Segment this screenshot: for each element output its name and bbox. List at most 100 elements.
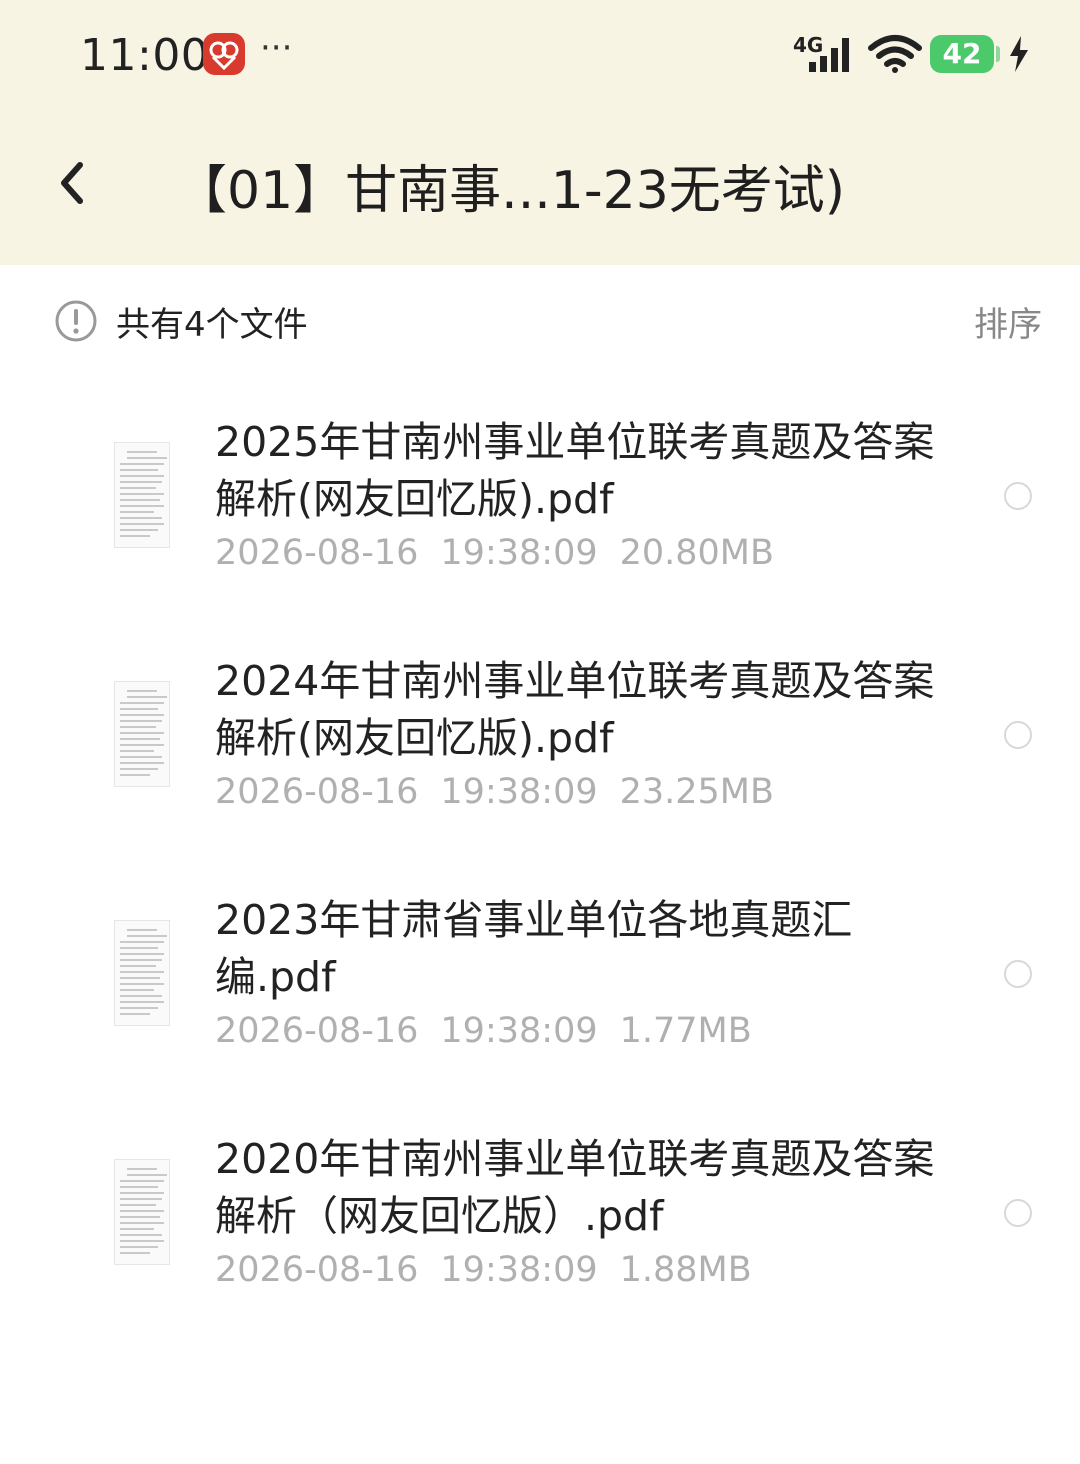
select-radio[interactable] (1004, 960, 1032, 988)
thumbnail-text-line (127, 935, 167, 937)
file-date: 2026-08-16 (215, 533, 419, 573)
thumbnail-text-line (120, 1198, 162, 1200)
thumbnail-text-line (120, 1210, 164, 1212)
thumbnail-text-line (120, 1192, 164, 1194)
thumbnail-text-line (120, 481, 162, 483)
file-item[interactable]: 2025年甘南州事业单位联考真题及答案解析(网友回忆版).pdf 2026-08… (0, 400, 1080, 639)
thumbnail-text-line (127, 696, 167, 698)
thumbnail-text-line (120, 953, 164, 955)
select-radio[interactable] (1004, 482, 1032, 510)
file-date: 2026-08-16 (215, 1250, 419, 1290)
file-name: 2020年甘南州事业单位联考真题及答案解析（网友回忆版）.pdf (215, 1135, 935, 1240)
thumbnail-text-line (120, 768, 158, 770)
back-button[interactable] (44, 148, 104, 218)
file-meta: 2026-08-16 19:38:09 20.80MB (215, 533, 935, 573)
thumbnail-text-line (120, 487, 156, 489)
file-date: 2026-08-16 (215, 1011, 419, 1051)
file-list: 2025年甘南州事业单位联考真题及答案解析(网友回忆版).pdf 2026-08… (0, 400, 1080, 1356)
thumbnail-text-line (120, 493, 164, 495)
top-header-area: 11:00 ··· 4G 42 【01】甘南事...1-23无考试) (0, 0, 1080, 265)
thumbnail-text-line (120, 1234, 162, 1236)
thumbnail-text-line (120, 756, 162, 758)
thumbnail-text-line (120, 971, 164, 973)
thumbnail-text-line (120, 475, 164, 477)
clock: 11:00 (80, 30, 210, 81)
thumbnail-text-line (120, 1186, 158, 1188)
file-size: 1.88MB (619, 1250, 752, 1290)
file-date: 2026-08-16 (215, 772, 419, 812)
thumbnail-text-line (120, 505, 164, 507)
title-bar: 【01】甘南事...1-23无考试) (0, 110, 1080, 260)
chevron-left-icon (61, 162, 83, 204)
thumbnail-text-line (120, 708, 158, 710)
thumbnail-text-line (120, 1204, 156, 1206)
more-notifications-icon: ··· (260, 28, 293, 68)
thumbnail-text-line (120, 1246, 158, 1248)
wifi-icon (868, 35, 922, 73)
file-name: 2023年甘肃省事业单位各地真题汇编.pdf (215, 896, 853, 1001)
thumbnail-text-line (120, 1013, 150, 1015)
thumbnail-text-line (120, 732, 164, 734)
thumbnail-text-line (127, 1168, 157, 1170)
file-size: 1.77MB (619, 1011, 752, 1051)
file-meta: 2026-08-16 19:38:09 23.25MB (215, 772, 935, 812)
select-radio[interactable] (1004, 721, 1032, 749)
thumbnail-text-line (120, 1228, 154, 1230)
thumbnail-text-line (120, 726, 156, 728)
thumbnail-text-line (120, 517, 162, 519)
thumbnail-text-line (120, 1180, 164, 1182)
app-notification-icon (203, 33, 245, 75)
file-meta: 2026-08-16 19:38:09 1.88MB (215, 1250, 935, 1290)
sort-button[interactable]: 排序 (974, 297, 1042, 346)
thumbnail-text-line (120, 1007, 158, 1009)
pdf-thumbnail-icon (114, 681, 170, 787)
thumbnail-text-line (120, 941, 164, 943)
thumbnail-text-line (120, 977, 160, 979)
thumbnail-text-line (120, 535, 150, 537)
thumbnail-text-line (120, 511, 154, 513)
thumbnail-text-line (120, 1252, 150, 1254)
thumbnail-text-line (120, 947, 158, 949)
thumbnail-text-line (120, 1001, 164, 1003)
thumbnail-text-line (120, 959, 162, 961)
thumbnail-text-line (120, 774, 150, 776)
file-name: 2025年甘南州事业单位联考真题及答案解析(网友回忆版).pdf (215, 418, 935, 523)
status-bar: 11:00 ··· 4G 42 (0, 0, 1080, 110)
select-radio[interactable] (1004, 1199, 1032, 1227)
file-meta: 2026-08-16 19:38:09 1.77MB (215, 1011, 935, 1051)
file-item[interactable]: 2024年甘南州事业单位联考真题及答案解析(网友回忆版).pdf 2026-08… (0, 639, 1080, 878)
thumbnail-text-line (127, 451, 157, 453)
thumbnail-text-line (120, 744, 164, 746)
thumbnail-text-line (120, 995, 162, 997)
thumbnail-text-line (120, 1222, 164, 1224)
thumbnail-text-line (127, 457, 167, 459)
thumbnail-text-line (127, 690, 157, 692)
thumbnail-text-line (120, 965, 156, 967)
file-item[interactable]: 2020年甘南州事业单位联考真题及答案解析（网友回忆版）.pdf 2026-08… (0, 1117, 1080, 1356)
file-time: 19:38:09 (440, 533, 598, 573)
pdf-thumbnail-icon (114, 920, 170, 1026)
file-item[interactable]: 2023年甘肃省事业单位各地真题汇编.pdf 2026-08-16 19:38:0… (0, 878, 1080, 1117)
thumbnail-text-line (120, 1240, 164, 1242)
file-time: 19:38:09 (440, 772, 598, 812)
signal-icon (809, 38, 849, 72)
thumbnail-text-line (120, 529, 158, 531)
pdf-thumbnail-icon (114, 1159, 170, 1265)
thumbnail-text-line (120, 750, 154, 752)
battery-level: 42 (942, 37, 982, 70)
thumbnail-text-line (127, 1174, 167, 1176)
thumbnail-text-line (127, 929, 157, 931)
file-size: 23.25MB (619, 772, 775, 812)
thumbnail-text-line (120, 983, 164, 985)
file-count: 共有4个文件 (116, 305, 308, 345)
thumbnail-text-line (120, 738, 160, 740)
thumbnail-text-line (120, 720, 162, 722)
battery-tip (996, 46, 1000, 62)
thumbnail-text-line (120, 463, 164, 465)
thumbnail-text-line (120, 499, 160, 501)
thumbnail-text-line (120, 523, 164, 525)
pdf-thumbnail-icon (114, 442, 170, 548)
charging-icon (1010, 36, 1028, 72)
file-info-row: 共有4个文件 排序 (0, 285, 1080, 357)
thumbnail-text-line (120, 989, 154, 991)
